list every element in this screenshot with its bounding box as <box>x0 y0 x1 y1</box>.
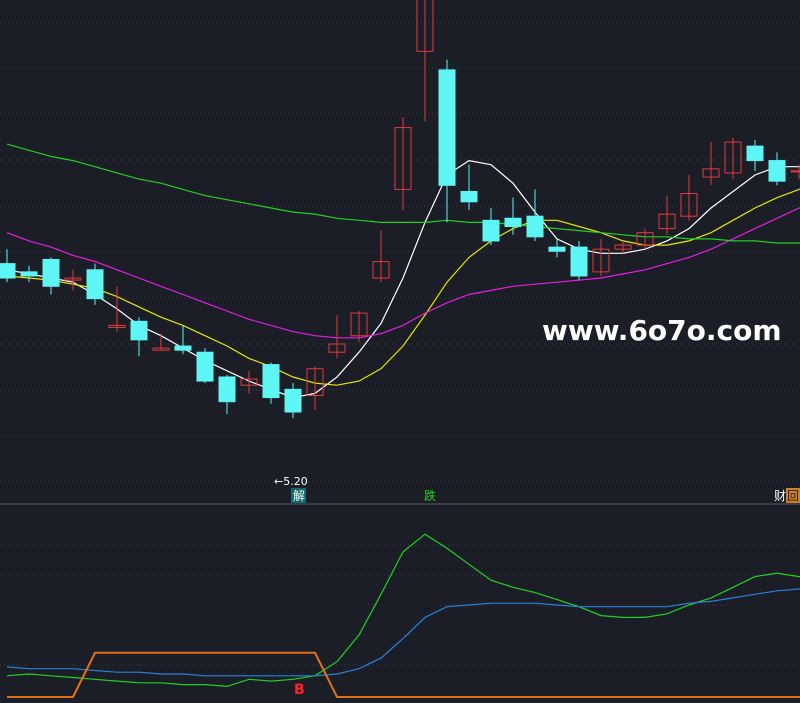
candle-body <box>438 69 456 186</box>
candle-body <box>174 345 192 351</box>
candle-body <box>460 190 478 203</box>
event-tag-2[interactable]: 跌 <box>424 488 436 503</box>
candle-body <box>262 364 280 399</box>
candle-body <box>196 351 214 382</box>
candle <box>570 240 588 281</box>
candle-body <box>0 263 16 279</box>
event-tag-1[interactable]: 解 <box>293 489 305 503</box>
candle-body <box>218 376 236 403</box>
chart-background <box>0 0 800 703</box>
low-price-marker: ←5.20 <box>274 475 308 488</box>
candle <box>196 348 214 384</box>
candle <box>262 362 280 404</box>
candle-body <box>746 145 764 162</box>
candle-body <box>482 219 500 242</box>
candle-body <box>548 246 566 252</box>
candle-body <box>504 217 522 228</box>
candle <box>86 263 104 305</box>
event-tag-4[interactable]: 回 <box>787 489 799 503</box>
candle-body <box>768 160 786 182</box>
candle-body <box>86 269 104 300</box>
candle-body <box>42 258 60 287</box>
candle-body <box>284 388 302 413</box>
buy-signal-label: B <box>294 682 305 698</box>
candle-body <box>20 271 38 277</box>
stock-chart: ←5.20 解 跌 财 回 www.6o7o.com B <box>0 0 800 703</box>
candle-body <box>790 170 800 173</box>
candle-body <box>526 215 544 238</box>
event-tag-3[interactable]: 财 <box>774 489 786 503</box>
candle-body <box>570 246 588 277</box>
candle-body <box>130 320 148 341</box>
watermark: www.6o7o.com <box>542 314 782 347</box>
